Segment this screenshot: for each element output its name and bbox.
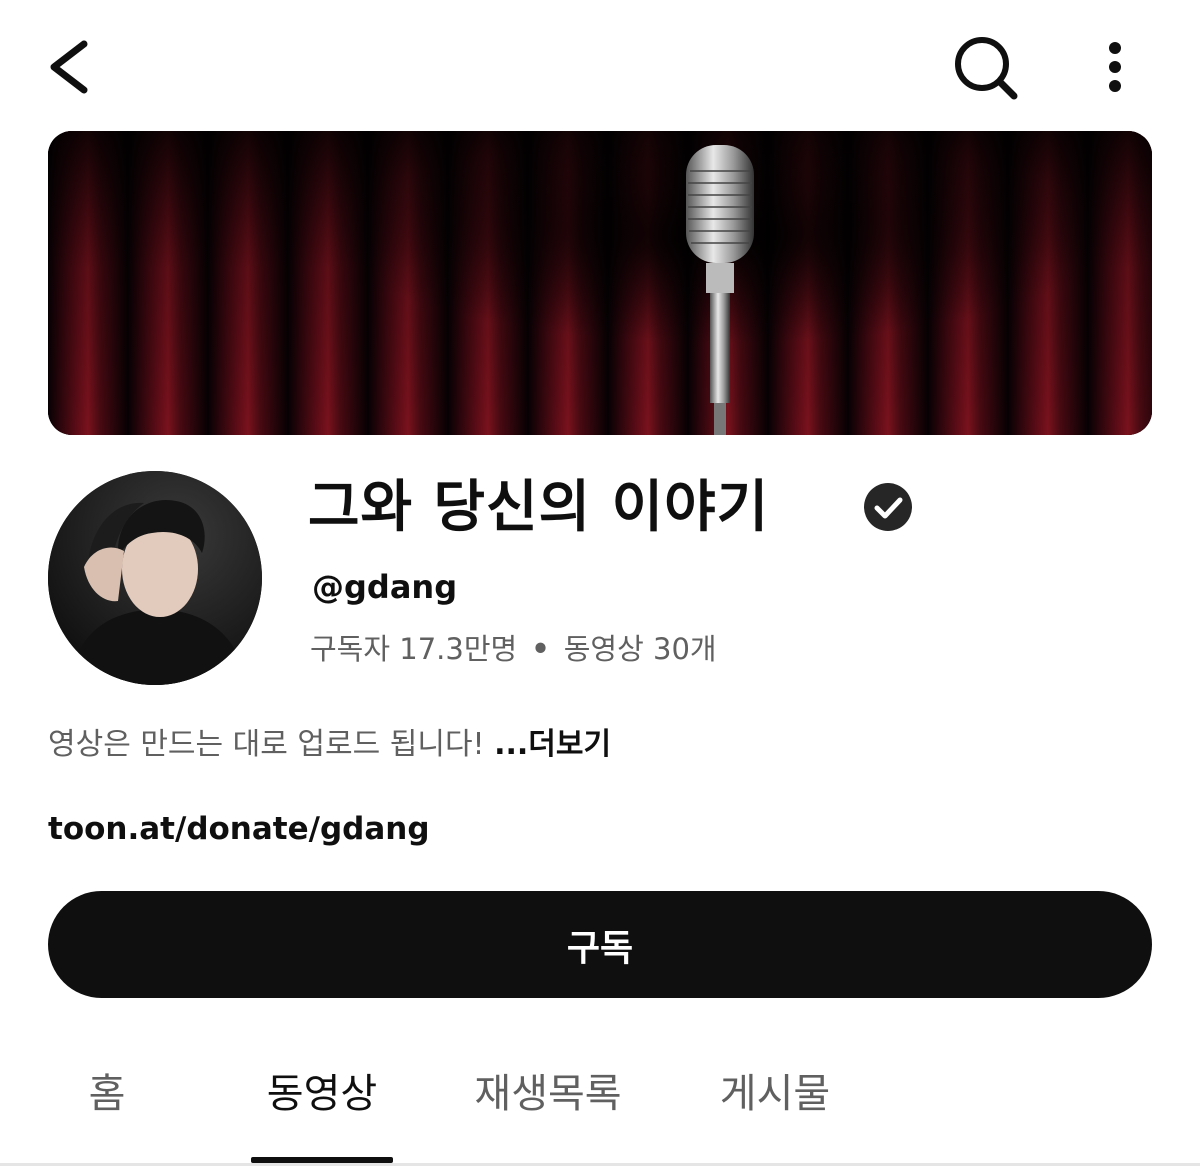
subscribe-button[interactable]: 구독 bbox=[48, 891, 1152, 998]
description-text: 영상은 만드는 대로 업로드 됩니다! bbox=[48, 727, 495, 762]
channel-link[interactable]: toon.at/donate/gdang bbox=[48, 807, 430, 851]
channel-description[interactable]: 영상은 만드는 대로 업로드 됩니다! ...더보기 bbox=[48, 723, 611, 767]
more-link[interactable]: ...더보기 bbox=[494, 727, 611, 762]
tab-home[interactable]: 홈 bbox=[82, 1062, 132, 1126]
channel-handle: @gdang bbox=[312, 568, 458, 606]
verified-check-icon bbox=[862, 481, 914, 533]
tab-videos[interactable]: 동영상 bbox=[252, 1062, 392, 1126]
stats-separator: • bbox=[531, 632, 550, 666]
tab-playlists[interactable]: 재생목록 bbox=[460, 1062, 636, 1126]
back-button[interactable] bbox=[40, 30, 100, 100]
channel-stats: 구독자 17.3만명 • 동영상 30개 bbox=[310, 627, 717, 671]
channel-title: 그와 당신의 이야기 bbox=[308, 475, 770, 540]
more-vertical-icon bbox=[1109, 42, 1121, 92]
channel-avatar[interactable] bbox=[48, 471, 262, 685]
more-options-button[interactable] bbox=[1090, 30, 1140, 105]
channel-banner bbox=[48, 131, 1152, 435]
search-button[interactable] bbox=[945, 30, 1025, 105]
video-count: 동영상 30개 bbox=[563, 632, 717, 666]
tab-posts[interactable]: 게시물 bbox=[708, 1062, 842, 1126]
chevron-left-icon bbox=[50, 40, 88, 94]
search-icon bbox=[955, 37, 1018, 100]
avatar-image bbox=[48, 471, 262, 685]
subscriber-count: 구독자 17.3만명 bbox=[310, 632, 518, 666]
